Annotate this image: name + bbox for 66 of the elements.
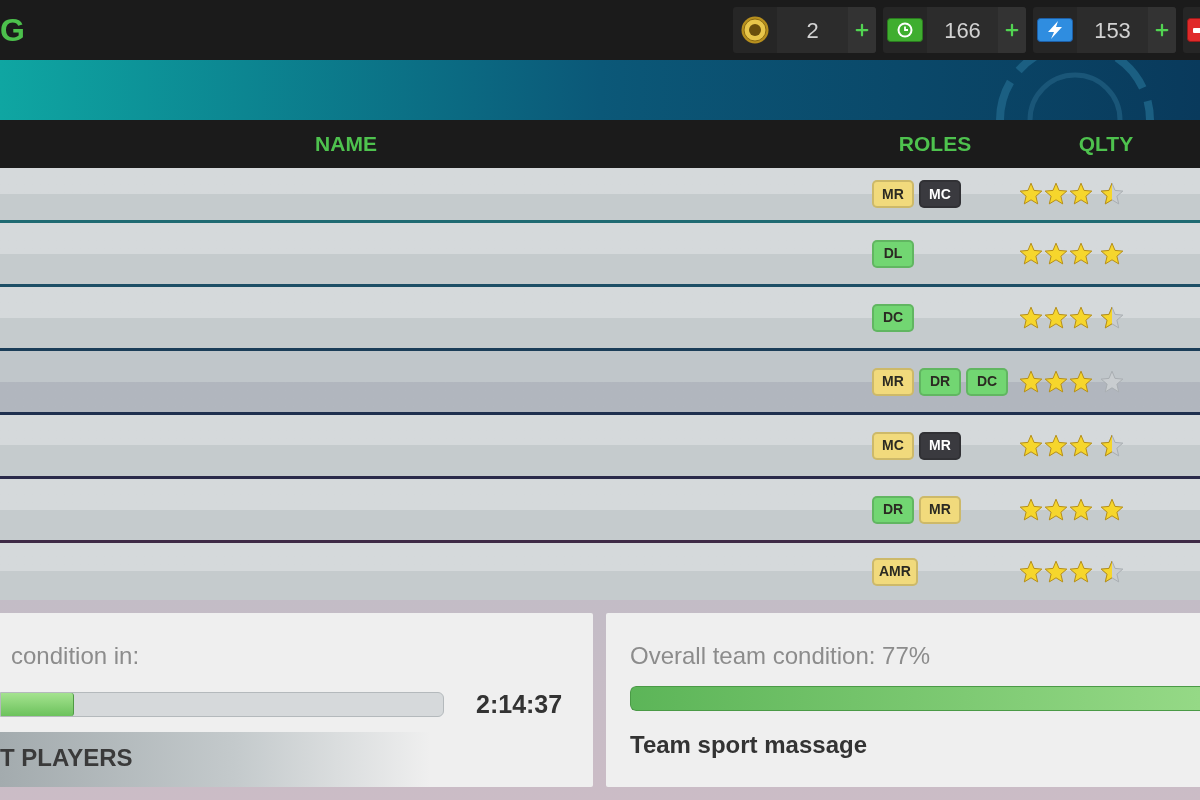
column-header: NAME — [315, 131, 377, 158]
filled-star-icon — [1044, 182, 1068, 206]
plus-icon — [1003, 21, 1021, 39]
player-row[interactable]: DL — [0, 223, 1200, 287]
countdown-timer: 2:14:37 — [476, 689, 563, 720]
filled-star-icon — [1019, 182, 1043, 206]
filled-star-icon — [1100, 241, 1124, 266]
filled-star-icon — [1044, 433, 1068, 458]
role-badge: DC — [872, 303, 914, 332]
screen-title: G — [0, 14, 25, 46]
role-badge: MC — [872, 431, 914, 460]
role-badge: DL — [872, 239, 914, 268]
filled-star-icon — [1019, 369, 1043, 394]
add-button[interactable] — [1148, 7, 1176, 53]
role-badge: MR — [872, 180, 914, 208]
player-row[interactable]: DR MR — [0, 479, 1200, 543]
player-row[interactable]: MR MC — [0, 168, 1200, 223]
role-badge: DR — [872, 495, 914, 524]
lightning-icon — [1037, 18, 1073, 42]
role-badge: DC — [966, 367, 1008, 396]
role-badge: MR — [919, 431, 961, 460]
column-header: ROLES — [898, 131, 972, 158]
coin-icon — [741, 16, 769, 44]
role-badge: AMR — [872, 557, 918, 586]
filled-star-icon — [1069, 305, 1093, 330]
filled-star-icon — [1069, 497, 1093, 522]
half-star-icon — [1100, 305, 1124, 330]
currency-value: 2 — [777, 7, 848, 53]
filled-star-icon — [1019, 305, 1043, 330]
column-header: QLTY — [1078, 131, 1134, 158]
plus-icon — [853, 21, 871, 39]
filled-star-icon — [1100, 497, 1124, 522]
filled-star-icon — [1019, 559, 1043, 584]
half-star-icon — [1100, 182, 1124, 206]
plus-icon — [1153, 21, 1171, 39]
player-row[interactable]: MC MR — [0, 415, 1200, 479]
filled-star-icon — [1069, 433, 1093, 458]
massage-button[interactable]: Team sport massage — [630, 731, 867, 759]
add-button[interactable] — [998, 7, 1026, 53]
filled-star-icon — [1019, 497, 1043, 522]
player-row[interactable]: DC — [0, 287, 1200, 351]
role-badge: MR — [919, 495, 961, 524]
currency-value: 153 — [1077, 7, 1148, 53]
empty-star-icon — [1100, 369, 1124, 394]
role-badge: MC — [919, 180, 961, 208]
role-badge: MR — [872, 367, 914, 396]
filled-star-icon — [1069, 369, 1093, 394]
team-condition-label: Overall team condition: 77% — [630, 642, 931, 670]
half-star-icon — [1100, 433, 1124, 458]
filled-star-icon — [1069, 182, 1093, 206]
filled-star-icon — [1044, 559, 1068, 584]
currency-value: 166 — [927, 7, 998, 53]
filled-star-icon — [1044, 241, 1068, 266]
player-row[interactable]: MR DR DC — [0, 351, 1200, 415]
add-button[interactable] — [848, 7, 876, 53]
filled-star-icon — [1019, 241, 1043, 266]
condition-label: condition in: — [10, 642, 140, 670]
banknote-icon — [887, 18, 923, 42]
filled-star-icon — [1069, 559, 1093, 584]
role-badge: DR — [919, 367, 961, 396]
filled-star-icon — [1044, 369, 1068, 394]
filled-star-icon — [1044, 497, 1068, 522]
half-star-icon — [1100, 559, 1124, 584]
filled-star-icon — [1019, 433, 1043, 458]
filled-star-icon — [1069, 241, 1093, 266]
filled-star-icon — [1044, 305, 1068, 330]
